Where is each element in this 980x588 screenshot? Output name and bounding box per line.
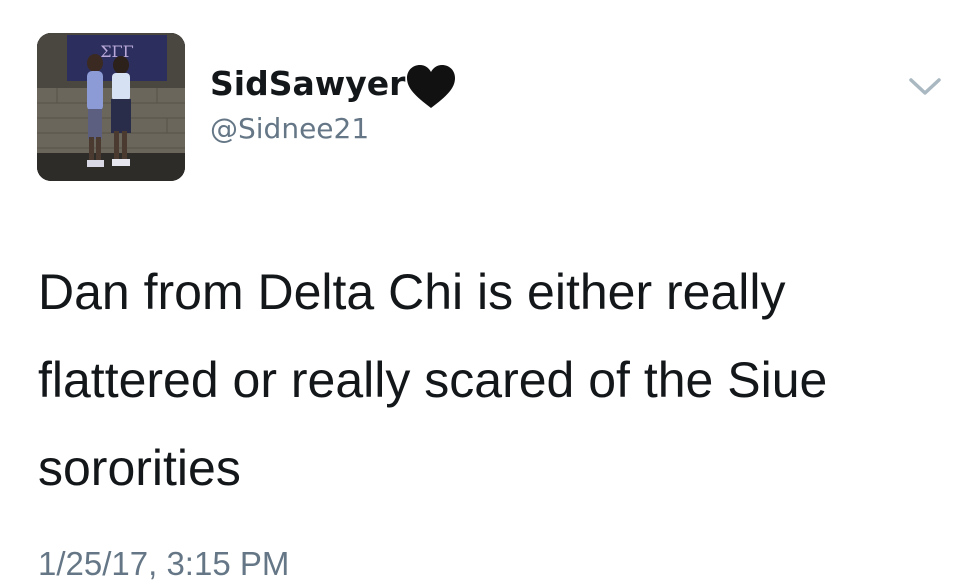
display-name[interactable]: SidSawyer: [210, 58, 457, 110]
chevron-down-icon[interactable]: [905, 72, 945, 100]
avatar[interactable]: ΣΓΓ: [37, 33, 185, 181]
tweet-text: Dan from Delta Chi is either really flat…: [38, 264, 828, 496]
user-handle[interactable]: @Sidnee21: [210, 112, 369, 146]
black-heart-icon: [407, 65, 456, 108]
profile-photo-icon: ΣΓΓ: [37, 33, 185, 181]
tweet-card: ΣΓΓ SidSawyer @Sidnee21 Dan from Delta C…: [0, 0, 980, 588]
tweet-timestamp[interactable]: 1/25/17, 3:15 PM: [38, 544, 289, 584]
display-name-text: SidSawyer: [210, 64, 406, 103]
